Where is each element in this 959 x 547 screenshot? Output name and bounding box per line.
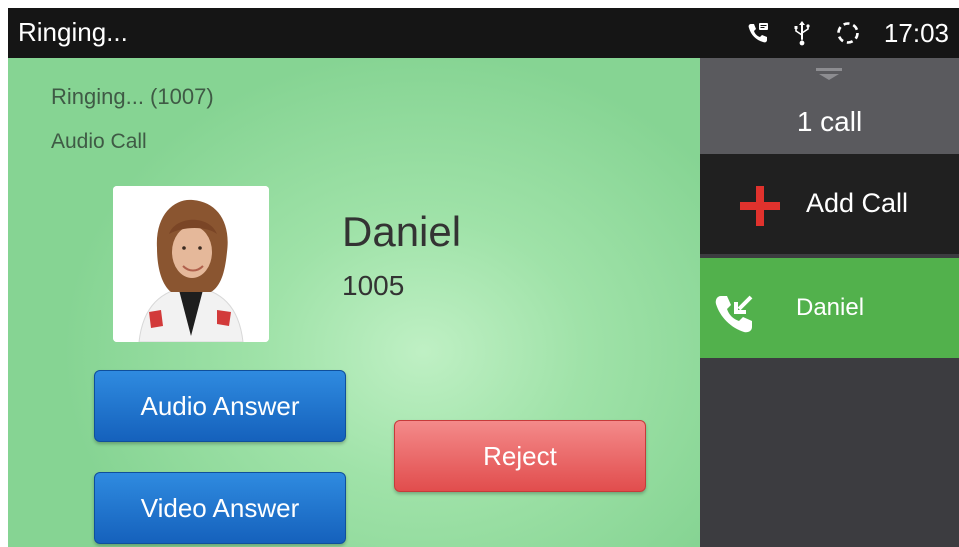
incoming-call-icon	[712, 290, 758, 341]
call-list-item[interactable]: Daniel	[700, 258, 959, 358]
add-call-button[interactable]: Add Call	[700, 154, 959, 254]
call-count-header[interactable]: 1 call	[700, 58, 959, 154]
contact-name: Daniel	[342, 208, 462, 255]
contact-avatar	[113, 186, 269, 342]
contact-number: 1005	[342, 270, 405, 301]
video-answer-button[interactable]: Video Answer	[94, 472, 346, 544]
status-title: Ringing...	[18, 17, 128, 47]
sync-icon	[834, 19, 862, 47]
add-call-label: Add Call	[806, 188, 909, 218]
reject-button[interactable]: Reject	[394, 420, 646, 492]
plus-icon	[740, 186, 780, 231]
call-sidebar: 1 call Add Call Daniel	[700, 58, 959, 547]
usb-icon	[792, 19, 812, 47]
audio-answer-button[interactable]: Audio Answer	[94, 370, 346, 442]
incoming-call-panel: Ringing... (1007) Audio Call Daniel 1005…	[8, 58, 700, 547]
status-bar: Ringing... 17:03	[8, 8, 959, 58]
phone-screen: Ringing... 17:03 Ringing... (1007) Audio…	[8, 8, 959, 547]
drag-handle-icon[interactable]	[816, 66, 842, 87]
call-type-label: Audio Call	[51, 130, 147, 153]
call-count-label: 1 call	[796, 106, 863, 137]
clock: 17:03	[883, 18, 949, 48]
ringing-status: Ringing... (1007)	[51, 84, 214, 109]
status-icons: 17:03	[746, 16, 949, 50]
call-list-item-name: Daniel	[796, 294, 865, 321]
call-message-icon	[746, 21, 770, 45]
